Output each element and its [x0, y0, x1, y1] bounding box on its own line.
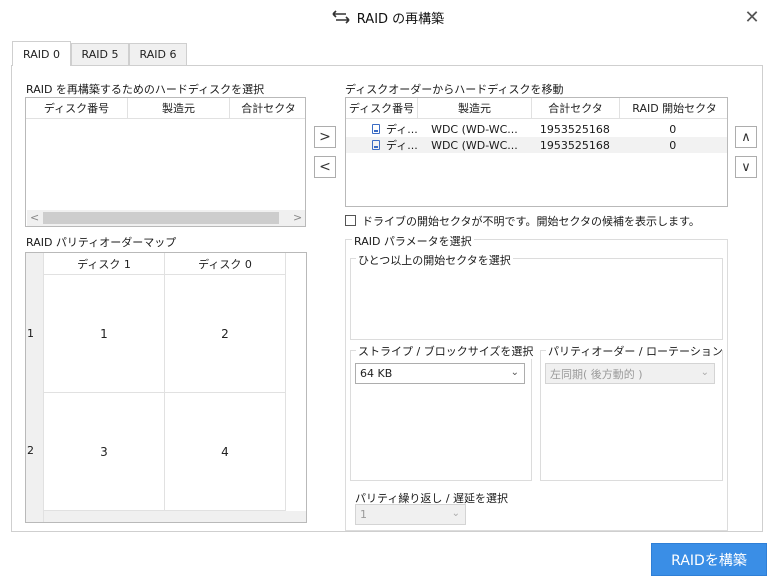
parity-label: パリティオーダー / ローテーションを選択 — [546, 343, 722, 359]
map-cell: 2 — [165, 275, 286, 393]
move-up-button[interactable]: ∧ — [735, 126, 757, 148]
title-wrap: RAID の再構築 — [0, 0, 775, 34]
map-cell: 1 — [44, 275, 165, 393]
build-raid-button[interactable]: RAIDを構築 — [651, 543, 767, 576]
map-footer-strip — [44, 511, 306, 522]
title-bar: RAID の再構築 ✕ — [0, 0, 775, 34]
parity-order-select[interactable]: 左同期( 後方動的 ) ⌄ — [545, 363, 715, 384]
hard-disk-icon — [372, 124, 381, 134]
disk-order-row[interactable]: ディ... WDC (WD-WC... 1953525168 0 — [346, 137, 727, 153]
disk-order-row[interactable]: ディ... WDC (WD-WC... 1953525168 0 — [346, 121, 727, 137]
parity-repeat-select[interactable]: 1 ⌄ — [355, 504, 466, 525]
stripe-size-value: 64 KB — [360, 367, 393, 380]
remove-disk-button[interactable]: < — [314, 156, 336, 178]
column-manufacturer[interactable]: 製造元 — [418, 98, 532, 118]
add-disk-button[interactable]: > — [314, 126, 336, 148]
chevron-down-icon: ⌄ — [451, 508, 460, 519]
chevron-down-icon: ⌄ — [510, 367, 519, 378]
disk-order-list[interactable]: ディスク番号 製造元 合計セクタ RAID 開始セクタ ディ... WDC (W… — [345, 97, 728, 207]
map-column-disk0: ディスク 0 — [165, 253, 286, 275]
start-sector-cell: 0 — [669, 138, 677, 152]
disk-cell: ディ... — [346, 137, 418, 153]
disk-order-label: ディスクオーダーからハードディスクを移動 — [345, 83, 564, 96]
column-total-sectors[interactable]: 合計セクタ — [230, 98, 305, 118]
disk-cell: ディ... — [346, 121, 418, 137]
start-sector-group — [350, 258, 723, 340]
move-down-button[interactable]: ∨ — [735, 156, 757, 178]
row-index-gutter — [26, 253, 44, 522]
close-button[interactable]: ✕ — [740, 6, 764, 28]
start-sector-cell: 0 — [669, 122, 677, 136]
parity-order-value: 左同期( 後方動的 ) — [550, 367, 643, 381]
column-raid-start-sector[interactable]: RAID 開始セクタ — [620, 98, 727, 118]
source-disks-label: RAID を再構築するためのハードディスクを選択 — [26, 83, 265, 96]
stripe-label: ストライプ / ブロックサイズを選択 — [356, 343, 536, 359]
parity-repeat-value: 1 — [360, 508, 367, 521]
map-column-disk1: ディスク 1 — [44, 253, 165, 275]
parity-order-map: ディスク 1 ディスク 0 1 1 2 2 3 4 — [25, 252, 307, 523]
map-cell: 3 — [44, 393, 165, 511]
chevron-down-icon: ⌄ — [700, 367, 709, 378]
scroll-right-icon[interactable]: > — [293, 211, 302, 224]
sectors-cell: 1953525168 — [539, 138, 610, 152]
unknown-start-label: ドライブの開始セクタが不明です。開始セクタの候補を表示します。 — [362, 215, 700, 228]
sectors-cell: 1953525168 — [539, 122, 610, 136]
stripe-size-select[interactable]: 64 KB ⌄ — [355, 363, 525, 384]
scroll-thumb[interactable] — [43, 212, 279, 224]
source-disk-list[interactable]: ディスク番号 製造元 合計セクタ < > — [25, 97, 306, 227]
maker-cell: WDC (WD-WC... — [431, 122, 518, 136]
disk-name: ディ... — [386, 123, 418, 136]
tab-raid0[interactable]: RAID 0 — [12, 41, 71, 66]
maker-cell: WDC (WD-WC... — [431, 138, 518, 152]
start-sector-label: ひとつ以上の開始セクタを選択 — [356, 252, 513, 268]
hard-disk-icon — [372, 140, 381, 150]
parity-map-label: RAID パリティオーダーマップ — [26, 236, 177, 249]
tab-raid5[interactable]: RAID 5 — [71, 43, 129, 65]
map-cell: 4 — [165, 393, 286, 511]
disk-order-header: ディスク番号 製造元 合計セクタ RAID 開始セクタ — [346, 98, 727, 119]
column-manufacturer[interactable]: 製造元 — [128, 98, 230, 118]
rebuild-arrows-icon — [332, 10, 350, 24]
scroll-left-icon[interactable]: < — [30, 211, 39, 224]
map-row-index: 2 — [27, 444, 34, 457]
source-disk-header: ディスク番号 製造元 合計セクタ — [26, 98, 305, 119]
column-total-sectors[interactable]: 合計セクタ — [532, 98, 620, 118]
column-disk-number[interactable]: ディスク番号 — [26, 98, 128, 118]
window-title: RAID の再構築 — [356, 11, 445, 27]
unknown-start-checkbox[interactable] — [345, 215, 356, 226]
horizontal-scrollbar[interactable]: < > — [27, 210, 305, 226]
raid-params-label: RAID パラメータを選択 — [352, 233, 474, 249]
map-row-index: 1 — [27, 327, 34, 340]
column-disk-number[interactable]: ディスク番号 — [346, 98, 418, 118]
disk-name: ディ... — [386, 139, 418, 152]
tab-raid6[interactable]: RAID 6 — [129, 43, 187, 65]
